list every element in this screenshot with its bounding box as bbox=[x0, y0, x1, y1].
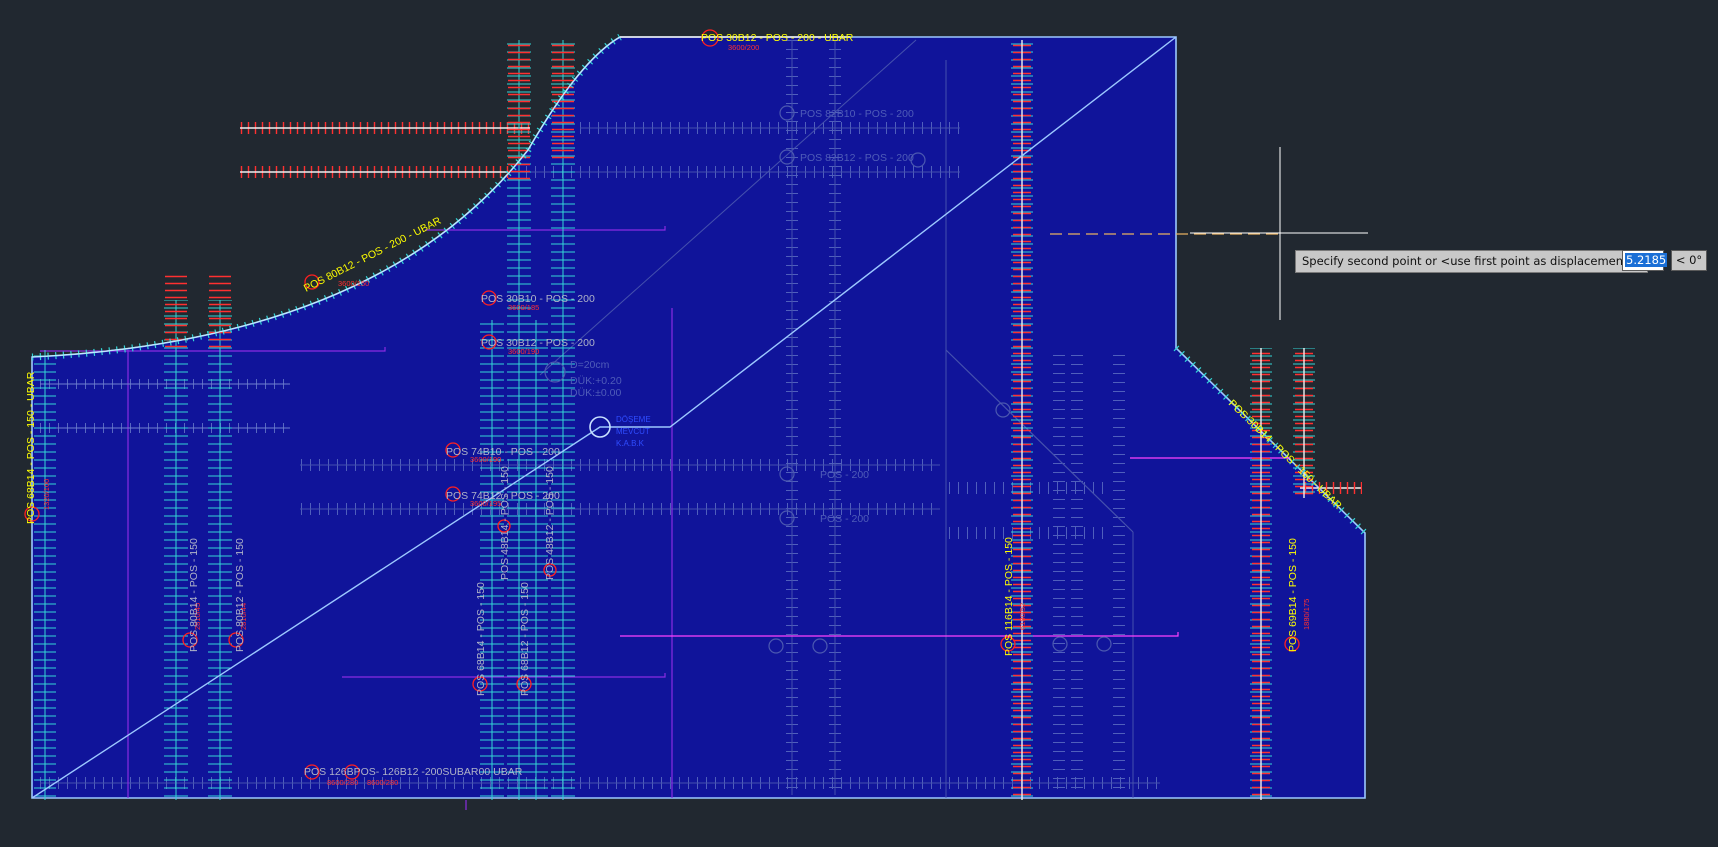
note-duk1: DÜK:+0.20 bbox=[570, 375, 622, 387]
svg-text:3600/150: 3600/150 bbox=[338, 279, 369, 288]
note-duk2: DÜK:±0.00 bbox=[570, 387, 621, 399]
drawing-canvas[interactable]: 3600/150 3600/185 3600/190 3600/190 3600… bbox=[0, 0, 1718, 847]
svg-text:8600/280: 8600/280 bbox=[367, 778, 398, 787]
svg-text:6180/52: 6180/52 bbox=[1018, 603, 1027, 630]
ghost-label-pos200a: POS - 200 bbox=[820, 469, 869, 481]
dynamic-input-prompt: Specify second point or <use first point… bbox=[1295, 250, 1649, 273]
svg-text:3600/200: 3600/200 bbox=[728, 43, 759, 52]
note-d: D=20cm bbox=[570, 359, 610, 371]
label-30b10: POS 30B10 - POS - 200 bbox=[481, 293, 595, 305]
ghost-label-82b10: POS 82B10 - POS - 200 bbox=[800, 108, 914, 120]
svg-text:DÖŞEME: DÖŞEME bbox=[616, 415, 651, 424]
svg-text:MEVCUT: MEVCUT bbox=[616, 427, 650, 436]
cad-viewport[interactable]: 3600/150 3600/185 3600/190 3600/190 3600… bbox=[0, 0, 1718, 847]
label-bottom-ubar: POS 126BPOS- 126B12 -200SUBAR00 UBAR bbox=[304, 766, 523, 778]
label-68b12: POS 68B12 - POS - 150 bbox=[519, 582, 531, 696]
ghost-label-pos200b: POS - 200 bbox=[820, 513, 869, 525]
svg-text:1880/175: 1880/175 bbox=[1302, 599, 1311, 630]
label-69b14: POS 69B14 - POS - 150 bbox=[1287, 538, 1299, 652]
label-left-ubar: POS 68B14 - POS - 150 - UBAR bbox=[25, 371, 37, 524]
label-74b10: POS 74B10 - POS - 200 bbox=[446, 446, 560, 458]
label-80b14: POS 80B14 - POS - 150 bbox=[188, 538, 200, 652]
label-116b14: POS 116B14 - POS - 150 bbox=[1003, 537, 1015, 656]
svg-text:8600/280: 8600/280 bbox=[327, 778, 358, 787]
distance-value[interactable]: 5.2185 bbox=[1625, 253, 1668, 267]
angle-field[interactable]: < 0° bbox=[1671, 250, 1707, 271]
ghost-label-82b12: POS 82B12 - POS - 200 bbox=[800, 152, 914, 164]
label-48b12: POS 48B12 - POS - 150 bbox=[544, 466, 556, 580]
label-30b12: POS 30B12 - POS - 200 bbox=[481, 337, 595, 349]
svg-text:K.A.B.K: K.A.B.K bbox=[616, 439, 645, 448]
svg-text:1320/100: 1320/100 bbox=[42, 479, 51, 510]
label-80b12: POS 80B12 - POS - 150 bbox=[234, 538, 246, 652]
label-top-ubar: POS 30B12 - POS - 200 - UBAR bbox=[701, 32, 854, 44]
distance-input[interactable]: 5.2185 bbox=[1622, 250, 1668, 271]
label-48b14: POS 48B14 - POS - 150 bbox=[499, 466, 511, 580]
label-68b14: POS 68B14 - POS - 150 bbox=[475, 582, 487, 696]
